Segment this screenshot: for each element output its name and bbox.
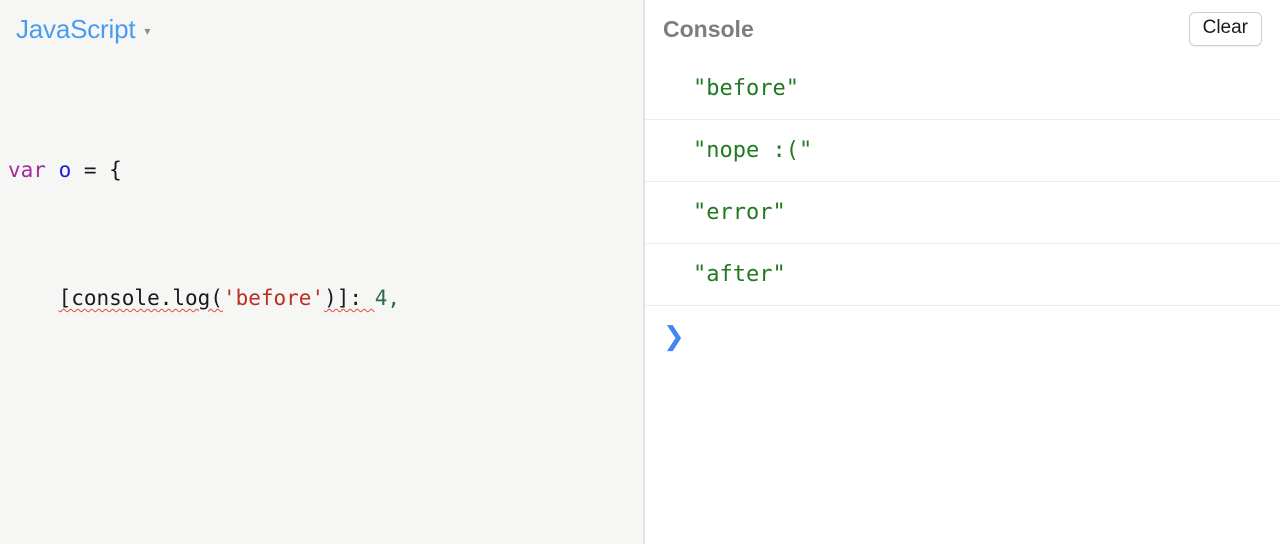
token-assign-brace: = {	[71, 158, 122, 182]
token-keyword-var: var	[8, 158, 46, 182]
language-label: JavaScript	[16, 13, 136, 44]
console-title: Console	[663, 15, 754, 42]
console-entry[interactable]: "error"	[645, 182, 1280, 244]
chevron-right-icon: ❯	[663, 322, 685, 352]
console-entry[interactable]: "after"	[645, 244, 1280, 306]
code-line-blank[interactable]	[0, 410, 643, 442]
console-output-list: "before" "nope :(" "error" "after"	[645, 58, 1280, 306]
token-computed-key-open: [console.log(	[58, 286, 223, 310]
code-line[interactable]: foo: (function () {	[0, 538, 643, 544]
language-selector[interactable]: JavaScript ▾	[0, 0, 643, 58]
code-line[interactable]: [console.log('before')]: 4,	[0, 282, 643, 314]
console-input-row[interactable]: ❯	[645, 306, 1280, 368]
token-identifier-o: o	[58, 158, 72, 182]
code-editor[interactable]: var o = { [console.log('before')]: 4, fo…	[0, 58, 643, 544]
devtools-root: JavaScript ▾ var o = { [console.log('bef…	[0, 0, 1282, 544]
token-number-4: 4,	[374, 286, 400, 310]
code-line[interactable]: var o = {	[0, 154, 643, 186]
token-key-close-colon: )]:	[324, 286, 375, 310]
editor-pane: JavaScript ▾ var o = { [console.log('bef…	[0, 0, 645, 544]
console-header: Console Clear	[645, 0, 1280, 58]
console-entry[interactable]: "before"	[645, 58, 1280, 120]
clear-button[interactable]: Clear	[1188, 12, 1262, 46]
console-pane: Console Clear "before" "nope :(" "error"…	[645, 0, 1280, 544]
chevron-down-icon: ▾	[144, 24, 151, 38]
token-string-before: 'before'	[222, 286, 325, 310]
console-entry[interactable]: "nope :("	[645, 120, 1280, 182]
